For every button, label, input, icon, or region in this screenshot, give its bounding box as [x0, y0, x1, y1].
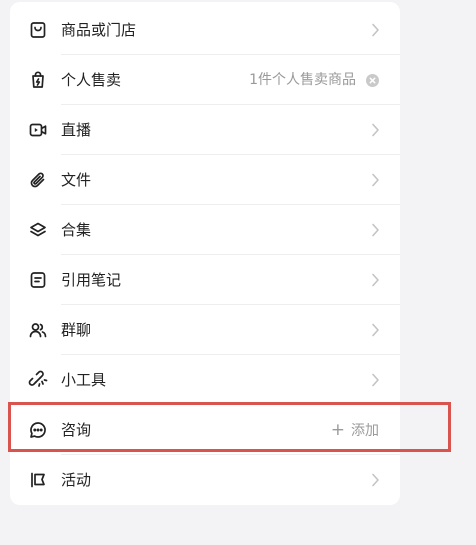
settings-list-card: 商品或门店 个人售卖 1件个人售卖商品 直播 文件 合集 引用笔记 群聊 小工具…: [10, 2, 400, 505]
paperclip-icon: [28, 170, 48, 190]
plus-icon: +: [330, 420, 345, 440]
list-item-label: 直播: [61, 121, 92, 139]
list-item-quote-note[interactable]: 引用笔记: [10, 255, 400, 305]
list-item-activity[interactable]: 活动: [10, 455, 400, 505]
list-item-live[interactable]: 直播: [10, 105, 400, 155]
list-item-label: 商品或门店: [61, 21, 137, 39]
list-item-label: 个人售卖: [61, 71, 122, 89]
live-camera-icon: [28, 120, 48, 140]
personal-bag-icon: [28, 70, 48, 90]
list-item-group-chat[interactable]: 群聊: [10, 305, 400, 355]
add-button[interactable]: + 添加: [331, 405, 379, 455]
list-item-label: 小工具: [61, 371, 107, 389]
note-icon: [28, 270, 48, 290]
chevron-right-icon: [371, 123, 380, 137]
list-item-label: 引用笔记: [61, 271, 122, 289]
chevron-right-icon: [371, 173, 380, 187]
chevron-right-icon: [371, 23, 380, 37]
list-item-label: 合集: [61, 221, 92, 239]
personal-sale-count: 1件个人售卖商品: [249, 72, 356, 88]
list-item-label: 文件: [61, 171, 92, 189]
chevron-right-icon: [371, 223, 380, 237]
flag-icon: [28, 470, 48, 490]
add-label: 添加: [351, 423, 379, 439]
list-item-tools[interactable]: 小工具: [10, 355, 400, 405]
store-bag-icon: [28, 20, 48, 40]
list-item-label: 咨询: [61, 421, 92, 439]
list-item-store[interactable]: 商品或门店: [10, 5, 400, 55]
list-item-file[interactable]: 文件: [10, 155, 400, 205]
list-item-label: 活动: [61, 471, 92, 489]
chat-bubble-icon: [28, 420, 48, 440]
chevron-right-icon: [371, 323, 380, 337]
chevron-right-icon: [371, 473, 380, 487]
group-chat-icon: [28, 320, 48, 340]
list-item-consult[interactable]: 咨询 + 添加: [10, 405, 400, 455]
chevron-right-icon: [371, 273, 380, 287]
link-tool-icon: [28, 370, 48, 390]
layers-icon: [28, 220, 48, 240]
list-item-label: 群聊: [61, 321, 92, 339]
clear-icon[interactable]: [366, 74, 379, 87]
chevron-right-icon: [371, 373, 380, 387]
list-item-personal-sale[interactable]: 个人售卖 1件个人售卖商品: [10, 55, 400, 105]
list-item-collection[interactable]: 合集: [10, 205, 400, 255]
